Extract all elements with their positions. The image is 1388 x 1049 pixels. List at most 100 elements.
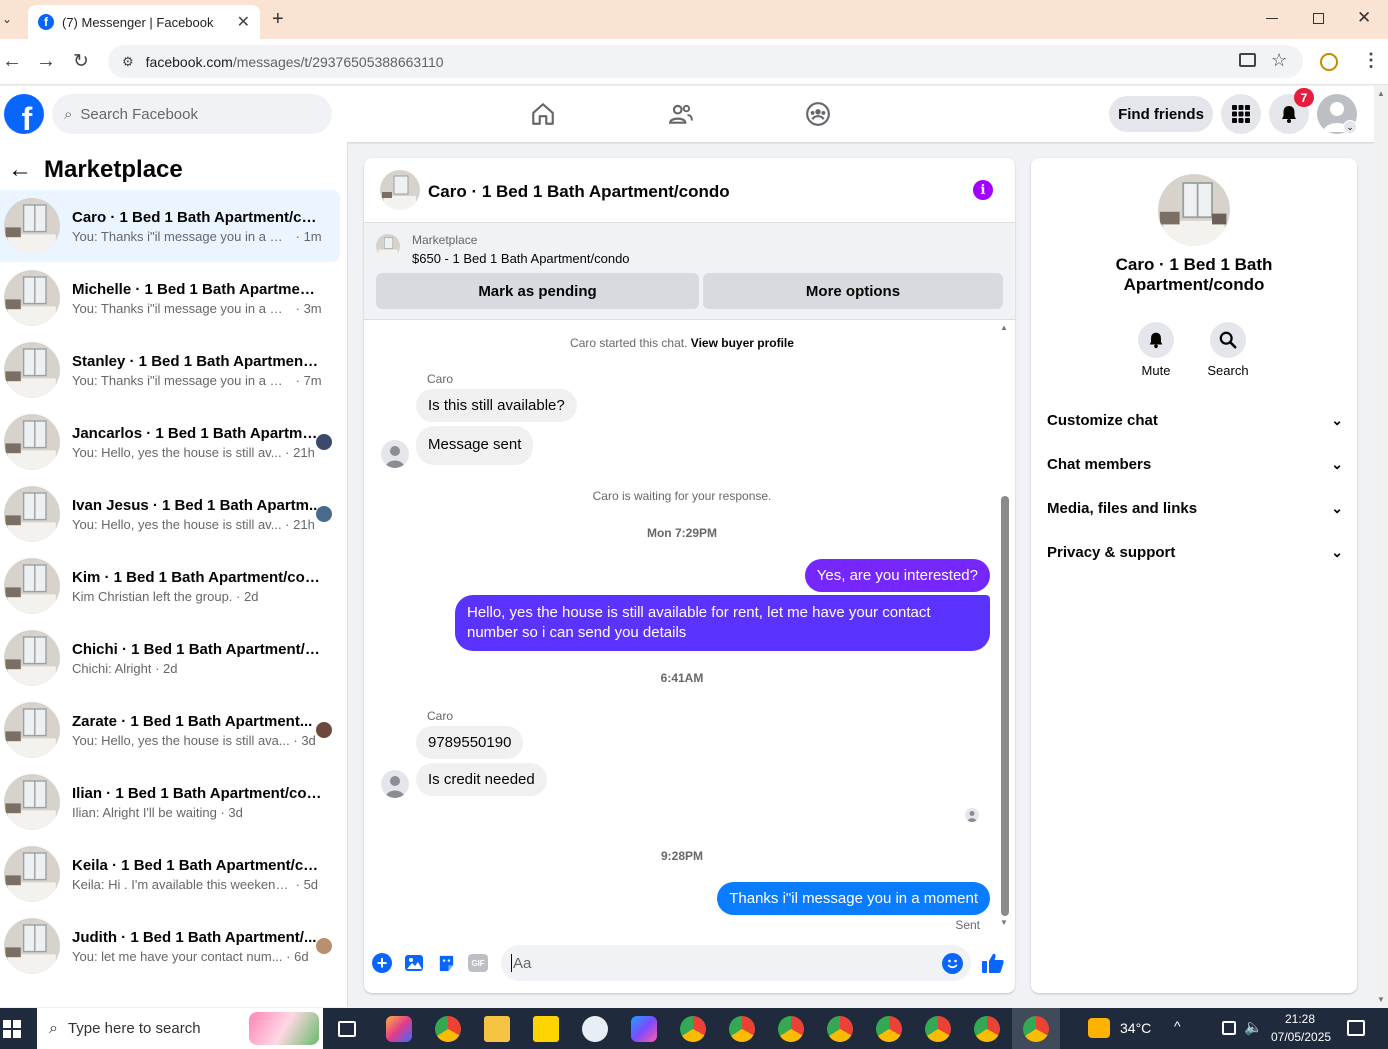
media-files-links-section[interactable]: Media, files and links ⌄ [1047,488,1343,528]
profile-icon[interactable] [1320,53,1338,71]
conversation-item[interactable]: Judith · 1 Bed 1 Bath Apartment/... You: … [0,910,340,982]
conversation-item[interactable]: Ilian · 1 Bed 1 Bath Apartment/con... Ili… [0,766,340,838]
more-actions-icon[interactable]: + [372,953,392,973]
like-thumbs-up-icon[interactable] [981,952,1005,974]
paint-app-icon[interactable] [582,1016,608,1042]
chrome-profile-icon[interactable] [680,1016,706,1042]
scroll-down-arrow[interactable]: ▼ [1000,918,1008,927]
conversation-item[interactable]: Caro · 1 Bed 1 Bath Apartment/con... You:… [0,190,340,262]
weather-icon[interactable] [1088,1018,1110,1038]
incoming-message[interactable]: Is credit needed [416,763,547,796]
find-friends-button[interactable]: Find friends [1109,96,1213,132]
close-window-icon[interactable]: ✕ [1357,8,1371,28]
listing-thumbnail[interactable] [376,234,400,258]
chat-members-section[interactable]: Chat members ⌄ [1047,444,1343,484]
notification-center-icon[interactable] [1347,1020,1365,1036]
incoming-message[interactable]: 9789550190 [416,726,524,759]
scroll-up-arrow[interactable]: ▲ [1000,323,1008,332]
groups-icon[interactable] [805,101,831,127]
mark-as-pending-button[interactable]: Mark as pending [376,273,699,309]
view-buyer-profile-link[interactable]: View buyer profile [691,336,794,350]
page-scroll-down-arrow[interactable]: ▼ [1377,995,1385,1004]
search-facebook-input[interactable]: ⌕ Search Facebook [52,94,332,134]
sticker-icon[interactable] [437,954,456,973]
temperature[interactable]: 34°C [1120,1020,1151,1036]
outgoing-message[interactable]: Hello, yes the house is still available … [455,595,990,651]
bookmark-star-icon[interactable]: ☆ [1271,50,1287,71]
volume-icon[interactable]: 🔈 [1244,1018,1263,1036]
sender-avatar[interactable] [381,440,409,468]
sender-avatar[interactable] [381,770,409,798]
new-tab-icon[interactable]: + [272,8,284,31]
tab-list-icon[interactable]: ⌄ [2,12,16,26]
mute-bell-icon[interactable] [1138,322,1174,358]
outgoing-message[interactable]: Thanks i"il message you in a moment [717,882,990,915]
sticky-notes-icon[interactable] [533,1016,559,1042]
chrome-profile-icon[interactable] [729,1016,755,1042]
install-app-icon[interactable] [1239,53,1256,67]
message-input[interactable]: Aa [501,945,971,981]
page-scroll-up-arrow[interactable]: ▲ [1377,89,1385,98]
chat-title[interactable]: Caro · 1 Bed 1 Bath Apartment/condo [428,182,730,202]
menu-grid-icon[interactable] [1221,94,1261,134]
conversation-item[interactable]: Ivan Jesus · 1 Bed 1 Bath Apartm... You: … [0,478,340,550]
privacy-support-section[interactable]: Privacy & support ⌄ [1047,532,1343,572]
page-scrollbar[interactable] [1374,86,1388,1007]
maximize-icon[interactable] [1313,13,1324,24]
conversation-info-icon[interactable]: i [973,180,993,200]
back-icon[interactable]: ← [2,50,22,73]
forward-icon[interactable]: → [36,50,56,73]
more-options-button[interactable]: More options [703,273,1003,309]
gif-icon[interactable]: GIF [468,954,488,972]
chrome-profile-icon[interactable] [778,1016,804,1042]
home-icon[interactable] [530,101,556,127]
conversation-item[interactable]: Keila · 1 Bed 1 Bath Apartment/con... Kei… [0,838,340,910]
attach-photo-icon[interactable] [404,954,424,972]
conversation-item[interactable]: Stanley · 1 Bed 1 Bath Apartment/c... You… [0,334,340,406]
contact-avatar[interactable] [1158,174,1230,246]
conversation-item[interactable]: Zarate · 1 Bed 1 Bath Apartment... You: H… [0,694,340,766]
incoming-message[interactable]: Message sent [416,426,534,465]
chrome-active-icon[interactable] [1023,1016,1049,1042]
customize-chat-section[interactable]: Customize chat ⌄ [1047,400,1343,440]
tray-chevron-icon[interactable]: ^ [1174,1018,1181,1034]
file-explorer-icon[interactable] [484,1016,510,1042]
chrome-app-icon[interactable] [435,1016,461,1042]
chrome-profile-icon[interactable] [827,1016,853,1042]
back-arrow-icon[interactable]: ← [8,156,32,184]
reload-icon[interactable]: ↻ [73,50,89,73]
account-chevron-icon[interactable]: ⌄ [1343,120,1357,134]
seen-avatar [316,938,332,954]
browser-tab[interactable]: f (7) Messenger | Facebook ✕ [28,5,260,39]
outgoing-message[interactable]: Yes, are you interested? [804,559,990,592]
url-field[interactable]: ⚙ facebook.com/messages/t/29376505388663… [108,45,1303,78]
close-tab-icon[interactable]: ✕ [237,12,250,32]
incoming-message[interactable]: Is this still available? [416,389,577,422]
taskbar-search-box[interactable]: ⌕ Type here to search [37,1008,323,1049]
chat-header-avatar[interactable] [380,170,420,210]
friends-icon[interactable] [668,101,694,127]
copilot-app-icon[interactable] [386,1016,412,1042]
network-icon[interactable] [1222,1021,1236,1035]
task-view-icon[interactable] [338,1021,356,1037]
emoji-icon[interactable] [942,953,963,974]
conversation-item[interactable]: Chichi · 1 Bed 1 Bath Apartment/co... Chi… [0,622,340,694]
minimize-icon[interactable] [1266,18,1278,19]
listing-price[interactable]: $650 - 1 Bed 1 Bath Apartment/condo [412,251,630,266]
conversation-title: Ivan Jesus · 1 Bed 1 Bath Apartm... [72,496,322,514]
conversation-item[interactable]: Jancarlos · 1 Bed 1 Bath Apartme... You: … [0,406,340,478]
windows-start-icon[interactable] [3,1020,21,1038]
chrome-profile-icon[interactable] [925,1016,951,1042]
conversation-item[interactable]: Michelle · 1 Bed 1 Bath Apartment/... You… [0,262,340,334]
clock-date[interactable]: 07/05/2025 [1271,1030,1331,1044]
facebook-logo-icon[interactable]: f [4,94,44,134]
chrome-profile-icon[interactable] [876,1016,902,1042]
conversation-item[interactable]: Kim · 1 Bed 1 Bath Apartment/condo Kim Ch… [0,550,340,622]
chrome-profile-icon[interactable] [974,1016,1000,1042]
site-info-icon[interactable]: ⚙ [122,54,134,70]
microsoft-365-icon[interactable] [631,1016,657,1042]
scrollbar-thumb[interactable] [1001,496,1009,916]
clock-time[interactable]: 21:28 [1285,1012,1315,1026]
browser-menu-icon[interactable]: ⋮ [1362,50,1380,71]
search-in-conversation-icon[interactable] [1210,322,1246,358]
